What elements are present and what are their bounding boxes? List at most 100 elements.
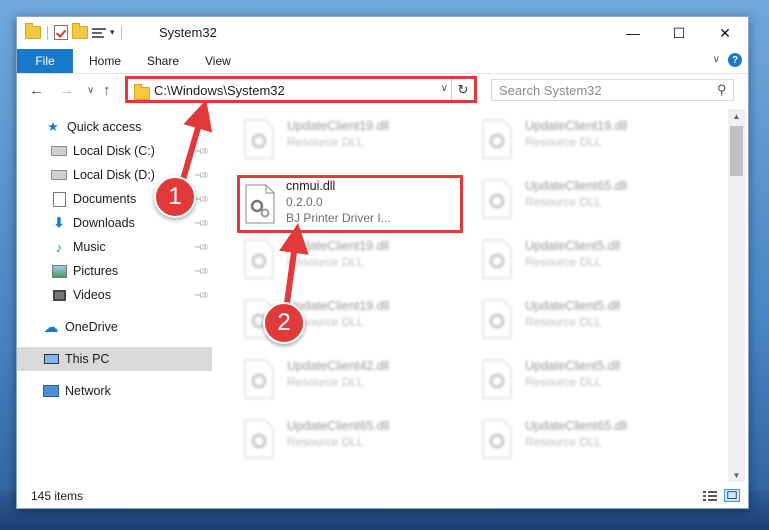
file-item[interactable]: UpdateClient5.dll Resource DLL — [475, 295, 705, 345]
window-controls: — ☐ ✕ — [610, 17, 748, 49]
file-type: Resource DLL — [287, 255, 364, 269]
help-icon[interactable]: ? — [728, 53, 742, 67]
customize-toolbar-dropdown-icon[interactable]: ▾ — [110, 27, 115, 38]
dll-file-icon — [244, 359, 274, 399]
drive-icon — [51, 168, 67, 182]
sidebar-item-label: Videos — [73, 288, 111, 302]
sidebar-item-this-pc[interactable]: This PC — [17, 347, 212, 371]
dll-file-icon — [482, 179, 512, 219]
file-type: Resource DLL — [525, 135, 602, 149]
pictures-icon — [51, 264, 67, 278]
tab-file[interactable]: File — [17, 49, 73, 73]
search-box[interactable]: Search System32 ⚲ — [491, 79, 734, 101]
dll-file-icon — [482, 299, 512, 339]
dll-file-icon — [482, 239, 512, 279]
file-item[interactable]: UpdateClient65.dll Resource DLL — [237, 415, 467, 465]
file-item[interactable]: UpdateClient65.dll Resource DLL — [475, 175, 705, 225]
scroll-up-icon[interactable]: ▲ — [728, 109, 745, 123]
dll-file-icon — [482, 119, 512, 159]
scroll-down-icon[interactable]: ▼ — [728, 468, 745, 482]
details-view-icon[interactable] — [702, 489, 718, 502]
sidebar-item-label: Pictures — [73, 264, 119, 278]
pin-icon: 📌︎ — [193, 286, 211, 304]
sidebar-item-videos[interactable]: Videos 📌︎ — [17, 283, 212, 307]
minimize-button[interactable]: — — [610, 17, 656, 49]
file-name: UpdateClient65.dll — [287, 419, 390, 433]
refresh-button[interactable]: ↻ — [451, 79, 474, 100]
file-item[interactable]: UpdateClient19.dll Resource DLL — [237, 115, 467, 165]
sidebar-item-label: Local Disk (C:) — [73, 144, 155, 158]
toolbar-separator — [120, 25, 122, 40]
dll-file-icon — [244, 419, 274, 459]
navigation-pane: ★ Quick access Local Disk (C:) 📌︎ Local … — [17, 109, 212, 482]
sidebar-item-label: Music — [73, 240, 106, 254]
search-icon[interactable]: ⚲ — [717, 82, 727, 98]
drive-icon — [51, 144, 67, 158]
tab-view[interactable]: View — [205, 49, 231, 73]
highlighted-file-item[interactable]: cnmui.dll 0.2.0.0 BJ Printer Driver I... — [237, 175, 463, 233]
file-item[interactable]: UpdateClient5.dll Resource DLL — [475, 235, 705, 285]
file-item[interactable]: UpdateClient65.dll Resource DLL — [475, 415, 705, 465]
pin-icon: 📌︎ — [193, 214, 211, 232]
file-name: UpdateClient5.dll — [525, 299, 621, 313]
vertical-scrollbar[interactable]: ▲ ▼ — [728, 109, 745, 482]
large-icons-view-icon[interactable] — [724, 489, 740, 502]
sidebar-item-network[interactable]: Network — [17, 379, 212, 403]
properties-icon[interactable] — [92, 27, 106, 39]
file-name: UpdateClient65.dll — [525, 179, 628, 193]
computer-icon — [43, 352, 59, 366]
pin-icon: 📌︎ — [193, 262, 211, 280]
recent-locations-button[interactable]: ∨ — [87, 85, 94, 96]
properties-check-icon[interactable] — [54, 25, 68, 40]
sidebar-item-label: This PC — [65, 352, 110, 366]
tab-share[interactable]: Share — [147, 49, 179, 73]
sidebar-item-pictures[interactable]: Pictures 📌︎ — [17, 259, 212, 283]
forward-button[interactable]: → — [59, 82, 74, 99]
music-icon: ♪ — [55, 239, 63, 255]
sidebar-item-quick-access[interactable]: ★ Quick access — [17, 115, 212, 139]
file-item[interactable]: UpdateClient42.dll Resource DLL — [237, 355, 467, 405]
star-icon: ★ — [47, 119, 59, 134]
file-name: UpdateClient5.dll — [525, 359, 621, 373]
dll-file-icon — [244, 239, 274, 279]
sidebar-item-label: Quick access — [67, 120, 142, 134]
file-type: Resource DLL — [525, 375, 602, 389]
ribbon-tabs: File Home Share View ∨ ? — [17, 49, 748, 74]
file-item[interactable]: UpdateClient19.dll Resource DLL — [475, 115, 705, 165]
sidebar-item-music[interactable]: ♪ Music 📌︎ — [17, 235, 212, 259]
sidebar-item-label: Network — [65, 384, 111, 398]
up-button[interactable]: ↑ — [103, 82, 111, 99]
expand-ribbon-icon[interactable]: ∨ — [713, 54, 720, 65]
search-input[interactable]: Search System32 — [499, 83, 602, 98]
file-type: Resource DLL — [287, 435, 364, 449]
file-type: Resource DLL — [525, 255, 602, 269]
file-item[interactable]: UpdateClient19.dll Resource DLL — [237, 235, 467, 285]
file-type: Resource DLL — [525, 195, 602, 209]
tab-home[interactable]: Home — [89, 49, 121, 73]
pin-icon: 📌︎ — [193, 166, 211, 184]
cloud-icon: ☁ — [43, 319, 59, 336]
new-folder-icon[interactable] — [72, 23, 88, 39]
documents-icon — [51, 191, 67, 207]
sidebar-item-local-disk-c[interactable]: Local Disk (C:) 📌︎ — [17, 139, 212, 163]
pin-icon: 📌︎ — [193, 142, 211, 160]
close-button[interactable]: ✕ — [702, 17, 748, 49]
back-button[interactable]: ← — [29, 82, 44, 99]
address-bar[interactable]: C:\Windows\System32 ∨ ↻ — [125, 76, 477, 103]
pin-icon: 📌︎ — [193, 238, 211, 256]
file-name: UpdateClient42.dll — [287, 359, 390, 373]
file-name: UpdateClient65.dll — [525, 419, 628, 433]
videos-icon — [51, 288, 67, 302]
maximize-button[interactable]: ☐ — [656, 17, 702, 49]
sidebar-item-onedrive[interactable]: ☁ OneDrive — [17, 315, 212, 339]
address-dropdown-icon[interactable]: ∨ — [441, 83, 448, 94]
folder-icon — [25, 23, 41, 39]
address-path[interactable]: C:\Windows\System32 — [154, 83, 285, 98]
sidebar-item-label: Local Disk (D:) — [73, 168, 155, 182]
file-item[interactable]: UpdateClient5.dll Resource DLL — [475, 355, 705, 405]
scroll-thumb[interactable] — [730, 126, 743, 176]
network-icon — [43, 384, 59, 398]
file-type: Resource DLL — [525, 315, 602, 329]
step-1-badge: 1 — [154, 176, 196, 218]
title-bar: ▾ System32 — ☐ ✕ — [17, 17, 748, 49]
